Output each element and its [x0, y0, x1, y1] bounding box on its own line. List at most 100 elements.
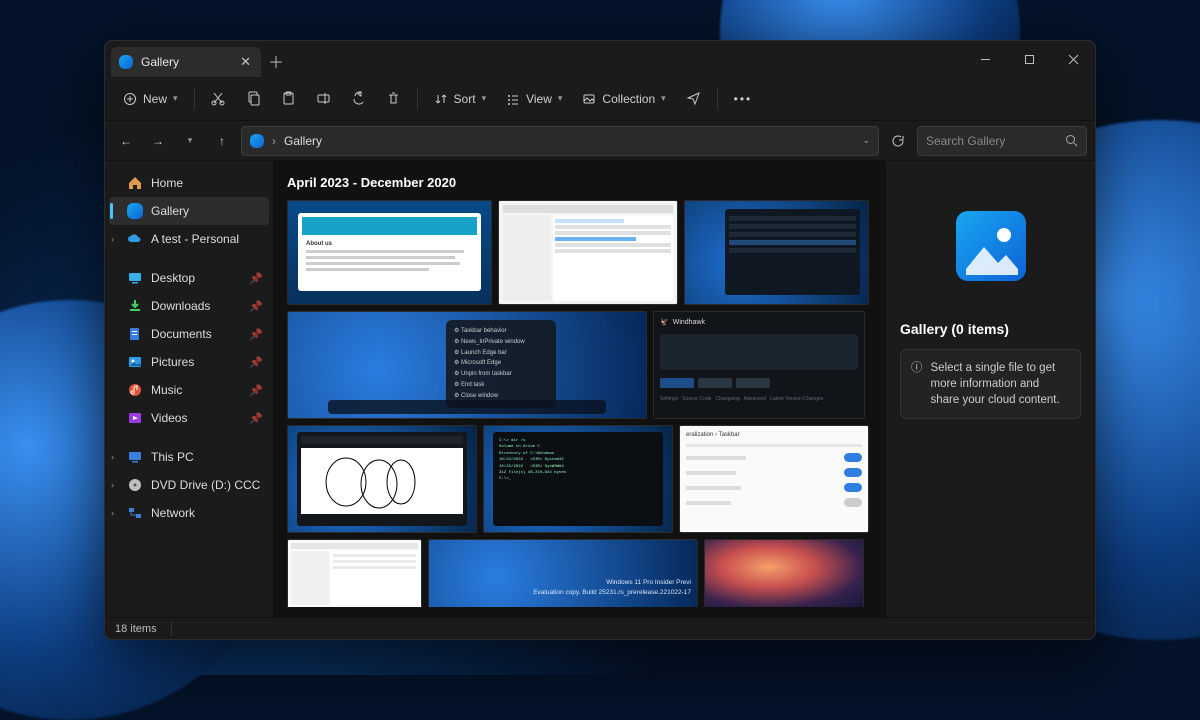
file-explorer-window: Gallery ✕ ＋ New ▾ Sort ▾ Vie [104, 40, 1096, 640]
more-icon: ••• [734, 92, 753, 106]
tab-gallery[interactable]: Gallery ✕ [111, 47, 261, 77]
search-box[interactable]: Search Gallery [917, 126, 1087, 156]
pin-icon[interactable]: 📌 [249, 384, 263, 397]
sort-icon [434, 92, 448, 106]
forward-button[interactable]: → [145, 127, 171, 155]
tab-close-icon[interactable]: ✕ [240, 54, 251, 70]
rename-icon [316, 91, 331, 106]
status-item-count: 18 items [115, 623, 157, 635]
rename-button[interactable] [308, 85, 339, 112]
view-button[interactable]: View ▾ [498, 86, 570, 112]
sidebar-item-thispc[interactable]: › This PC [109, 443, 269, 471]
paste-icon [281, 91, 296, 106]
thumb-caption: Windows 11 Pro Insider Previ [429, 578, 691, 588]
details-pane: Gallery (0 items) ⓘ Select a single file… [885, 161, 1095, 617]
sidebar-label: This PC [151, 450, 194, 464]
gallery-content: April 2023 - December 2020 About us [273, 161, 885, 617]
expand-icon[interactable]: › [111, 234, 114, 244]
copy-button[interactable] [238, 85, 269, 112]
new-label: New [143, 92, 167, 106]
sidebar-item-network[interactable]: ›Network [109, 499, 269, 527]
recent-dropdown[interactable]: ▾ [177, 127, 203, 155]
refresh-icon [891, 134, 905, 148]
up-button[interactable]: ↑ [209, 127, 235, 155]
close-button[interactable] [1051, 41, 1095, 77]
address-bar[interactable]: › Gallery ⌄ [241, 126, 879, 156]
delete-button[interactable] [378, 85, 409, 112]
thumbnail[interactable] [287, 539, 422, 607]
share-button[interactable] [343, 85, 374, 112]
thumbnail[interactable]: C:\> dir /sVolume in drive CDirectory of… [483, 425, 673, 533]
thumb-caption: Evaluation copy. Build 25231.rs_prerelea… [429, 588, 691, 598]
pin-icon[interactable]: 📌 [249, 272, 263, 285]
thumb-caption: Windhawk [673, 319, 705, 326]
sidebar-item-pictures[interactable]: Pictures 📌 [109, 348, 269, 376]
thumbnail[interactable] [704, 539, 864, 607]
thumbnail[interactable]: 🦅Windhawk Settings Source Code Changelog… [653, 311, 865, 419]
pc-icon [127, 449, 143, 465]
expand-icon[interactable]: › [111, 480, 114, 490]
new-button[interactable]: New ▾ [115, 86, 186, 112]
collection-button[interactable]: Collection ▾ [574, 86, 673, 112]
expand-icon[interactable]: › [111, 452, 114, 462]
sidebar-item-videos[interactable]: Videos 📌 [109, 404, 269, 432]
collection-label: Collection [602, 92, 655, 106]
back-button[interactable]: ← [113, 127, 139, 155]
sidebar-item-downloads[interactable]: Downloads 📌 [109, 292, 269, 320]
pin-icon[interactable]: 📌 [249, 356, 263, 369]
thumbnail[interactable] [498, 200, 678, 305]
thumbnail[interactable]: About us [287, 200, 492, 305]
thumbnail[interactable] [684, 200, 869, 305]
search-placeholder: Search Gallery [926, 134, 1057, 148]
pin-icon[interactable]: 📌 [249, 412, 263, 425]
sidebar-label: Desktop [151, 271, 195, 285]
sidebar-label: A test - Personal [151, 232, 239, 246]
sidebar-label: Videos [151, 411, 187, 425]
sidebar-item-desktop[interactable]: Desktop 📌 [109, 264, 269, 292]
sidebar-label: Gallery [151, 204, 189, 218]
more-button[interactable]: ••• [726, 86, 761, 112]
navigation-row: ← → ▾ ↑ › Gallery ⌄ Search Gallery [105, 121, 1095, 161]
maximize-button[interactable] [1007, 41, 1051, 77]
sidebar-item-documents[interactable]: Documents 📌 [109, 320, 269, 348]
new-tab-button[interactable]: ＋ [261, 49, 291, 73]
sidebar-item-onedrive[interactable]: › A test - Personal [109, 225, 269, 253]
thumbnail[interactable] [287, 425, 477, 533]
details-hint-text: Select a single file to get more informa… [931, 360, 1071, 408]
pin-icon[interactable]: 📌 [249, 328, 263, 341]
sidebar-label: Documents [151, 327, 212, 341]
thumbnail[interactable]: Windows 11 Pro Insider Previ Evaluation … [428, 539, 698, 607]
thumbnail-grid: About us [287, 200, 871, 607]
date-range-heading: April 2023 - December 2020 [287, 175, 871, 190]
sidebar-item-dvd[interactable]: ›DVD Drive (D:) CCC [109, 471, 269, 499]
thumbnail[interactable]: ⚙ Taskbar behavior ⚙ News_InPrivate wind… [287, 311, 647, 419]
desktop-icon [127, 270, 143, 286]
thumbnail[interactable]: eralization › Taskbar [679, 425, 869, 533]
chevron-down-icon: ▾ [661, 93, 666, 104]
refresh-button[interactable] [885, 127, 911, 155]
pin-icon[interactable]: 📌 [249, 300, 263, 313]
sidebar-label: Pictures [151, 355, 194, 369]
breadcrumb-separator: › [272, 134, 276, 148]
chevron-down-icon: ▾ [558, 93, 563, 104]
status-bar: 18 items [105, 617, 1095, 639]
expand-icon[interactable]: › [111, 508, 114, 518]
chevron-down-icon[interactable]: ⌄ [862, 135, 870, 146]
minimize-button[interactable] [963, 41, 1007, 77]
details-title: Gallery (0 items) [900, 321, 1009, 337]
toolbar: New ▾ Sort ▾ View ▾ Collection ▾ ••• [105, 77, 1095, 121]
copy-icon [246, 91, 261, 106]
gallery-icon [250, 134, 264, 148]
share-icon [351, 91, 366, 106]
sort-button[interactable]: Sort ▾ [426, 86, 495, 112]
sidebar-item-gallery[interactable]: Gallery [109, 197, 269, 225]
sidebar-label: Downloads [151, 299, 210, 313]
body: Home Gallery › A test - Personal Desktop… [105, 161, 1095, 617]
cut-button[interactable] [203, 85, 234, 112]
paste-button[interactable] [273, 85, 304, 112]
sidebar-label: Home [151, 176, 183, 190]
info-icon: ⓘ [911, 360, 923, 408]
sidebar-item-home[interactable]: Home [109, 169, 269, 197]
send-button[interactable] [678, 85, 709, 112]
sidebar-item-music[interactable]: Music📌 [109, 376, 269, 404]
